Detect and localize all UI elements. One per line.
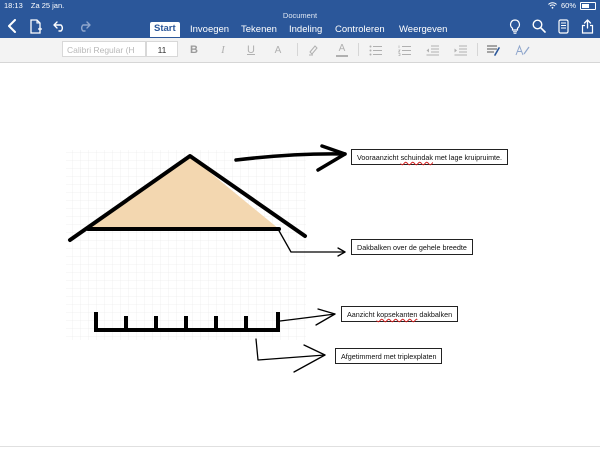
bold-button[interactable]: B — [186, 42, 202, 58]
ribbon-divider — [297, 43, 298, 56]
font-color-swatch — [336, 54, 348, 57]
tab-invoegen[interactable]: Invoegen — [190, 24, 229, 36]
styles-pen-icon[interactable] — [514, 42, 530, 58]
numbered-list-icon[interactable] — [396, 42, 412, 58]
battery-icon — [580, 1, 596, 10]
share-icon[interactable] — [579, 18, 595, 34]
bullet-list-icon[interactable] — [367, 42, 383, 58]
callout-text: Aanzicht — [347, 310, 377, 319]
lightbulb-icon[interactable] — [507, 18, 523, 34]
wifi-icon — [548, 2, 557, 9]
callout-text: Dakbalken over de gehele breedte — [357, 243, 467, 252]
status-date: Za 25 jan. — [30, 1, 65, 10]
callout-rafters-width[interactable]: Dakbalken over de gehele breedte — [351, 239, 473, 255]
callout-text: Afgetimmerd met triplexplaten — [341, 352, 437, 361]
highlighter-icon[interactable] — [305, 42, 321, 58]
callout-text: met lage kruipruimte. — [432, 153, 503, 162]
font-name-field[interactable]: Calibri Regular (H — [62, 41, 146, 57]
document-canvas — [0, 63, 600, 450]
increase-indent-icon[interactable] — [452, 42, 468, 58]
tab-tekenen[interactable]: Tekenen — [241, 24, 277, 36]
callout-plywood[interactable]: Afgetimmerd met triplexplaten — [335, 348, 443, 364]
callout-text: Vooraanzicht — [357, 153, 401, 162]
font-size-field[interactable]: 11 — [146, 41, 178, 57]
text-effects-button[interactable]: A — [270, 42, 286, 58]
spelling-flagged-word: kopsekanten — [376, 310, 418, 319]
paragraph-styles-icon[interactable] — [485, 42, 501, 58]
tab-start[interactable]: Start — [150, 22, 180, 37]
font-color-button[interactable]: A — [334, 42, 350, 58]
callout-front-view[interactable]: Vooraanzicht schuindak met lage kruiprui… — [351, 149, 509, 165]
tab-indeling[interactable]: Indeling — [289, 24, 322, 36]
status-time: 18:13 — [4, 1, 23, 10]
page-bottom-divider — [0, 446, 600, 447]
decrease-indent-icon[interactable] — [424, 42, 440, 58]
document-icon[interactable] — [28, 18, 44, 34]
tab-controleren[interactable]: Controleren — [335, 24, 385, 36]
phone-icon[interactable] — [555, 18, 571, 34]
spelling-flagged-word: schuindak — [400, 153, 433, 162]
undo-icon[interactable] — [52, 18, 68, 34]
ribbon-divider — [358, 43, 359, 56]
back-chevron-icon[interactable] — [4, 18, 20, 34]
callout-rafter-ends[interactable]: Aanzicht kopsekanten dakbalken — [341, 306, 459, 322]
tab-weergeven[interactable]: Weergeven — [399, 24, 447, 36]
battery-fill — [582, 3, 589, 8]
title-bar: 18:13 Za 25 jan. 60% Document Start Invo… — [0, 0, 600, 38]
battery-percent: 60% — [560, 1, 576, 10]
search-icon[interactable] — [531, 18, 547, 34]
italic-button[interactable]: I — [215, 42, 231, 58]
font-color-label: A — [338, 42, 346, 54]
underline-button[interactable]: U — [243, 42, 259, 58]
ribbon-toolbar: Calibri Regular (H 11 B I U A A — [0, 38, 600, 63]
callout-text: dakbalken — [417, 310, 453, 319]
redo-icon[interactable] — [76, 18, 92, 34]
ribbon-divider — [477, 43, 478, 56]
